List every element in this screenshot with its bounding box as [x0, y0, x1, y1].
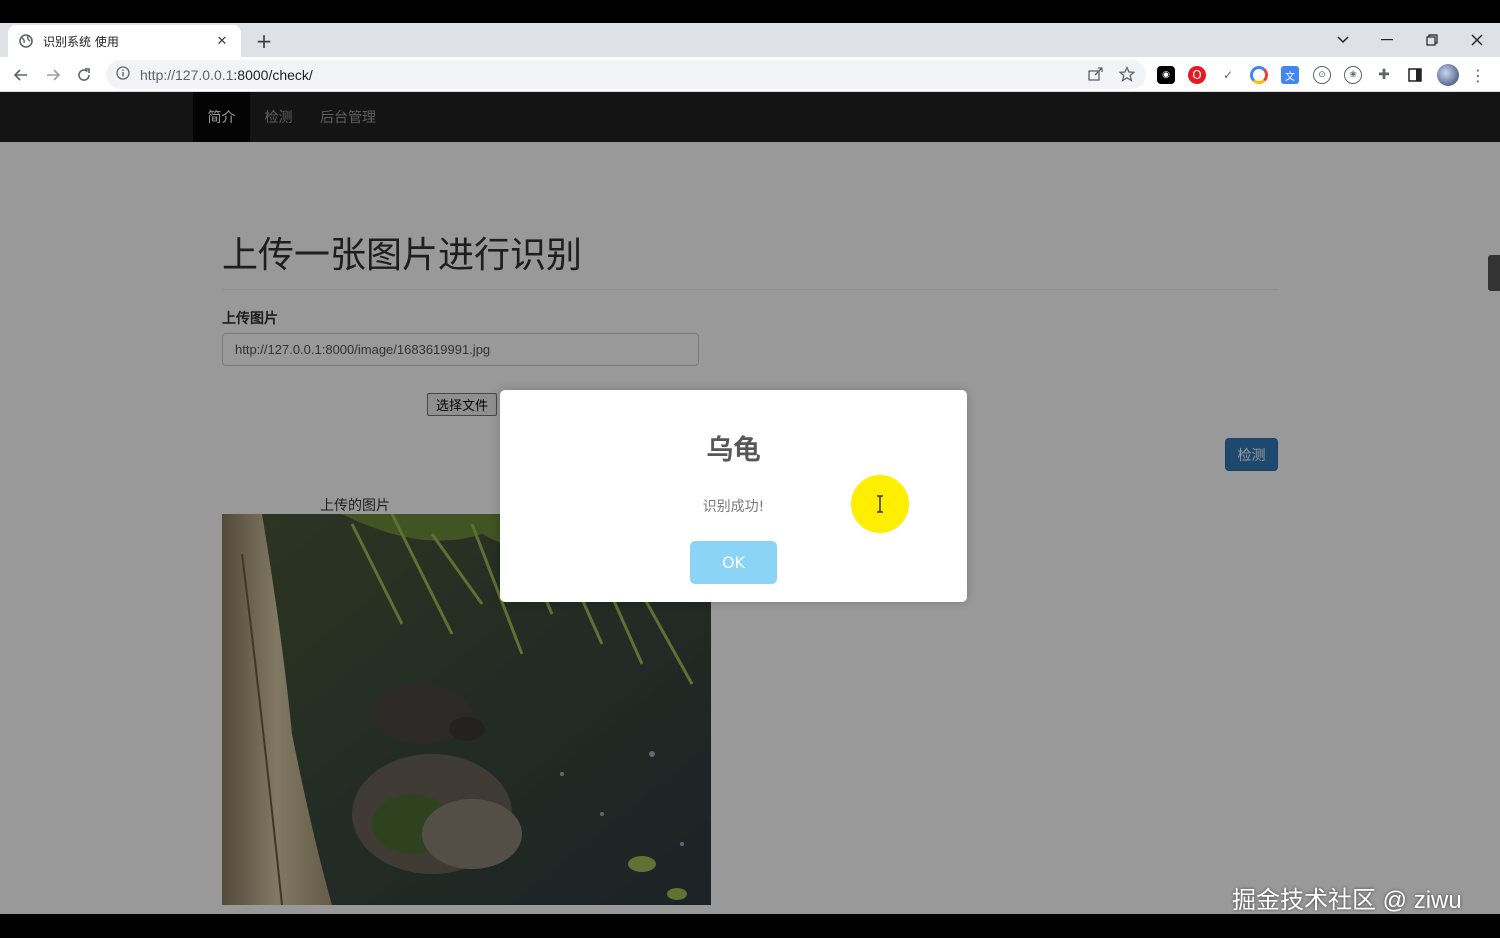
profile-avatar[interactable] [1437, 64, 1459, 86]
extension-icon-6[interactable]: ⊙ [1313, 66, 1331, 84]
text-cursor-icon [877, 495, 883, 513]
new-tab-icon[interactable]: + [252, 29, 276, 53]
opera-extension-icon[interactable]: O [1188, 66, 1206, 84]
extension-icon-7[interactable]: ❀ [1344, 66, 1362, 84]
minimize-icon[interactable] [1372, 27, 1402, 53]
browser-toolbar: http://127.0.0.1:8000/check/ ◉ O ✓ 文 ⊙ ❀… [0, 57, 1500, 92]
extension-icon-3[interactable]: ✓ [1219, 66, 1237, 84]
reload-icon[interactable] [71, 62, 97, 88]
info-icon[interactable] [116, 65, 130, 84]
screen-top-bar [0, 0, 1500, 23]
result-dialog: 乌龟 识别成功! OK [500, 390, 967, 602]
web-page: 简介 检测 后台管理 上传一张图片进行识别 上传图片 http://127.0.… [0, 92, 1500, 914]
side-scroll-tab[interactable] [1488, 255, 1500, 291]
close-window-icon[interactable] [1462, 27, 1492, 53]
tab-search-icon[interactable] [1328, 27, 1358, 53]
browser-tabstrip: 识别系统 使用 ✕ + [0, 23, 1500, 57]
back-icon[interactable] [8, 62, 34, 88]
watermark: 掘金技术社区 @ ziwu [1232, 887, 1462, 914]
bookmark-star-icon[interactable] [1117, 64, 1137, 84]
menu-dots-icon[interactable]: ⋮ [1469, 66, 1487, 85]
restore-icon[interactable] [1417, 27, 1447, 53]
ok-button[interactable]: OK [690, 541, 777, 584]
chrome-extension-icon[interactable] [1250, 66, 1268, 84]
extensions-puzzle-icon[interactable]: ✚ [1375, 66, 1393, 84]
extension-icon-1[interactable]: ◉ [1157, 66, 1175, 84]
translate-icon[interactable]: 文 [1281, 66, 1299, 84]
globe-icon [18, 33, 34, 49]
screen-bottom-bar [0, 914, 1500, 938]
share-icon[interactable] [1086, 64, 1106, 84]
forward-icon[interactable] [40, 62, 66, 88]
close-tab-icon[interactable]: ✕ [213, 34, 231, 49]
url-text: http://127.0.0.1:8000/check/ [140, 66, 313, 83]
side-panel-icon[interactable] [1406, 66, 1424, 84]
tab-title: 识别系统 使用 [43, 34, 119, 49]
cursor-highlight [851, 475, 909, 533]
address-bar[interactable]: http://127.0.0.1:8000/check/ [106, 60, 1146, 89]
dialog-title: 乌龟 [706, 435, 761, 466]
browser-tab[interactable]: 识别系统 使用 ✕ [8, 25, 241, 57]
